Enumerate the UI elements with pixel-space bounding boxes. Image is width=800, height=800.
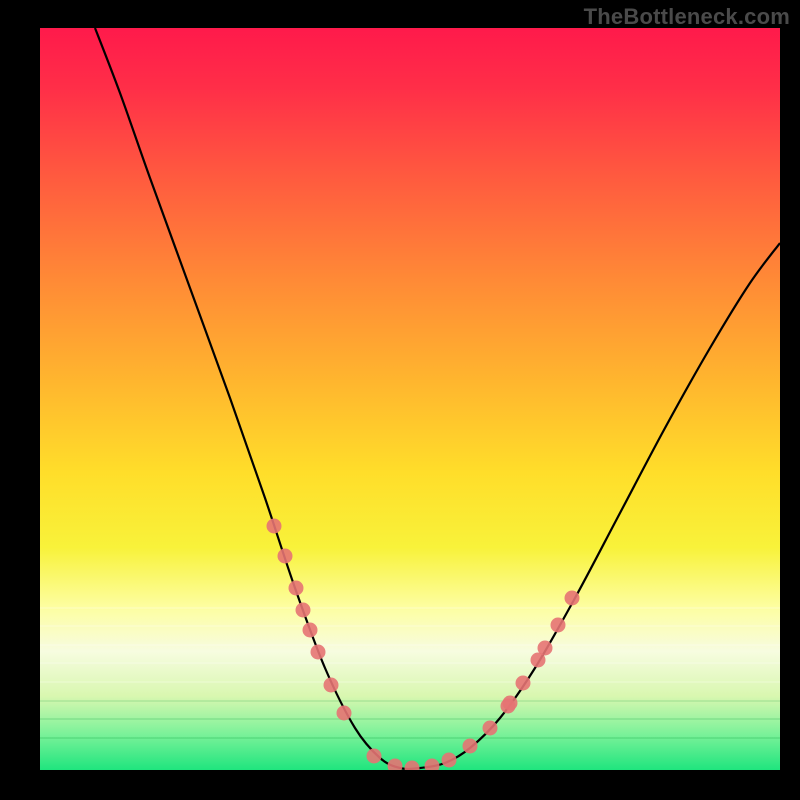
gpu-marker <box>425 759 440 771</box>
gpu-marker <box>337 706 352 721</box>
gpu-marker <box>278 549 293 564</box>
gpu-marker <box>483 721 498 736</box>
plot-area <box>40 28 780 770</box>
gpu-marker <box>388 759 403 771</box>
chart-frame: TheBottleneck.com <box>0 0 800 800</box>
gpu-marker <box>289 581 304 596</box>
gpu-marker <box>367 749 382 764</box>
gpu-marker <box>538 641 553 656</box>
gpu-marker <box>503 696 518 711</box>
gpu-marker <box>267 519 282 534</box>
gpu-marker <box>296 603 311 618</box>
gpu-marker <box>463 739 478 754</box>
gpu-marker <box>516 676 531 691</box>
gpu-marker <box>303 623 318 638</box>
gpu-marker-layer <box>40 28 780 770</box>
gpu-marker <box>405 761 420 771</box>
gpu-marker <box>565 591 580 606</box>
gpu-marker <box>551 618 566 633</box>
gpu-marker <box>311 645 326 660</box>
gpu-marker <box>442 753 457 768</box>
watermark-text: TheBottleneck.com <box>584 4 790 30</box>
gpu-marker <box>324 678 339 693</box>
